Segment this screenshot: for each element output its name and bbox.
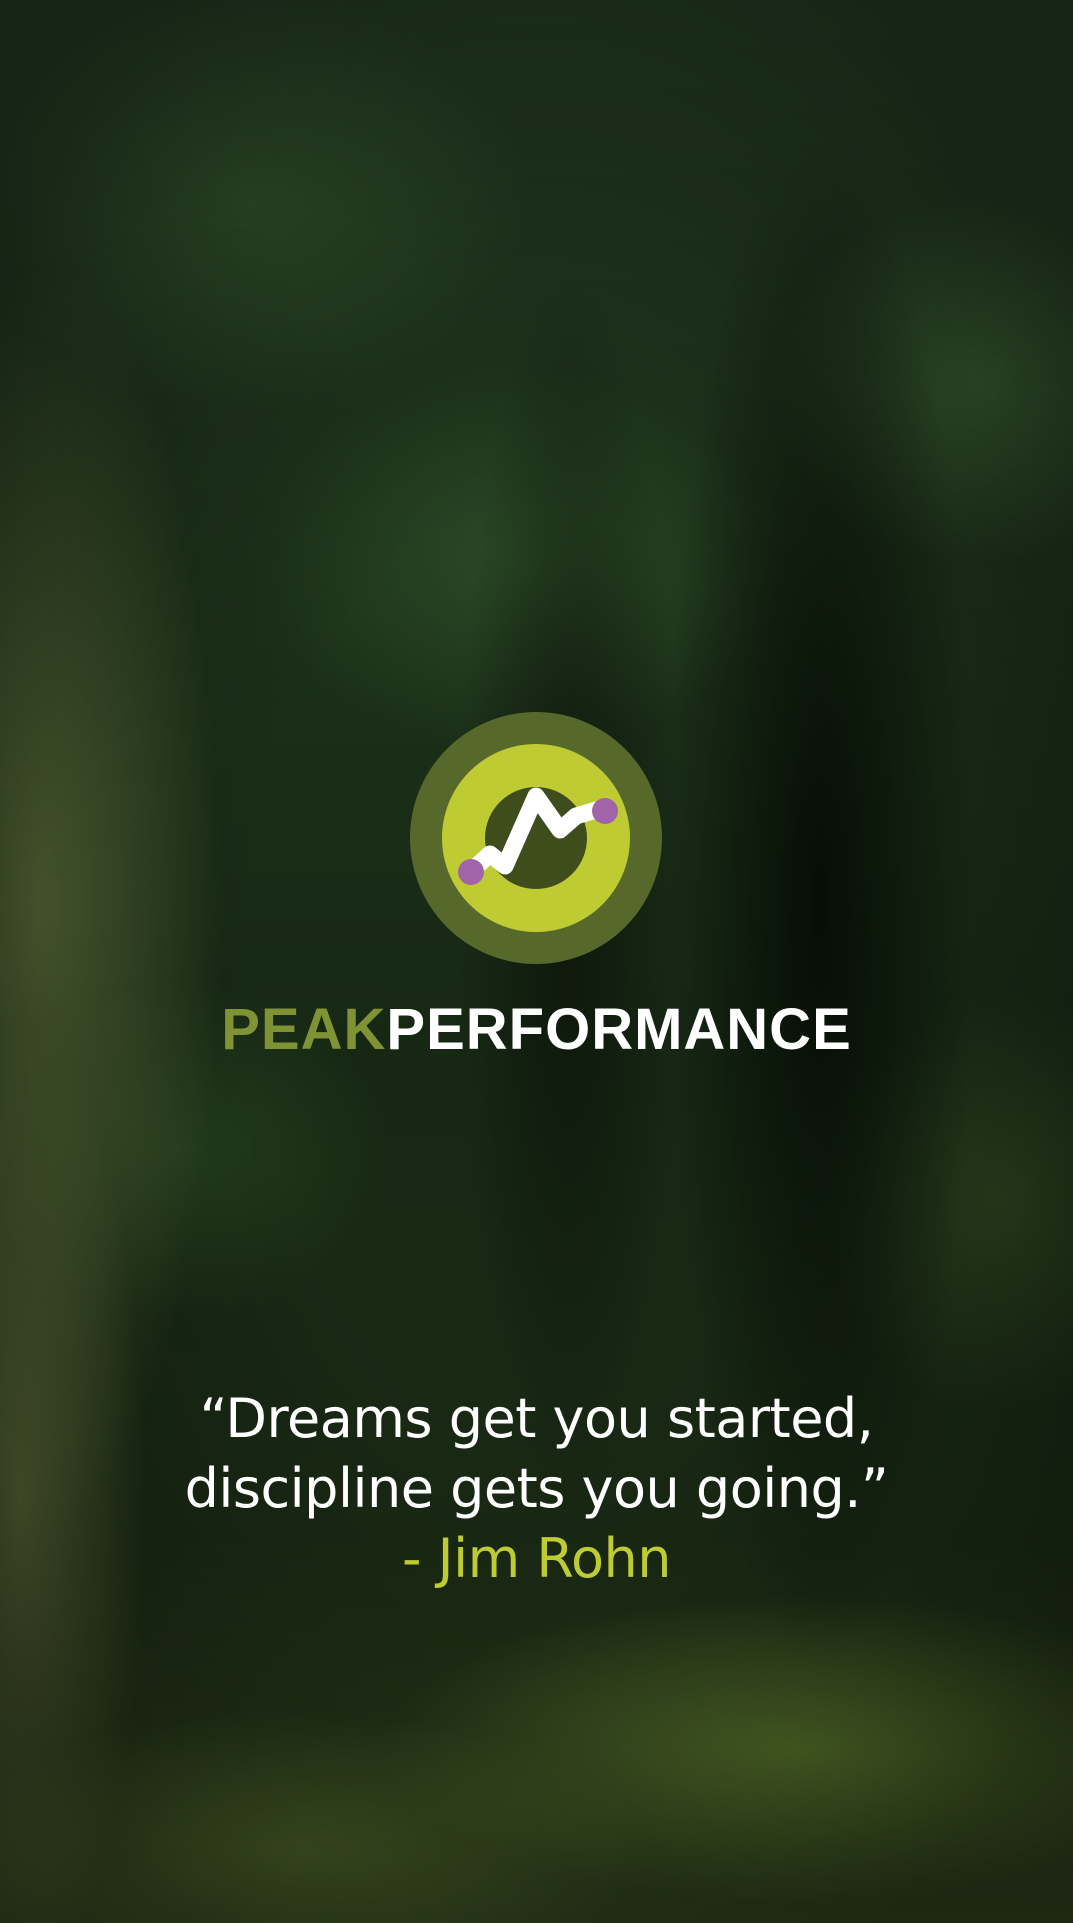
brand-primary-text: PEAK [221, 997, 387, 1062]
quote-line-2: discipline gets you going.” [184, 1457, 889, 1520]
splash-screen: PEAKPERFORMANCE “Dreams get you started,… [0, 0, 1073, 1923]
app-wordmark: PEAKPERFORMANCE [0, 995, 1073, 1065]
quote-line-1: “Dreams get you started, [199, 1387, 874, 1450]
quote-author: - Jim Rohn [402, 1527, 671, 1590]
motivational-quote: “Dreams get you started, discipline gets… [0, 1384, 1073, 1594]
performance-chart-logo-icon [410, 712, 662, 964]
brand-secondary-text: PERFORMANCE [386, 997, 852, 1062]
